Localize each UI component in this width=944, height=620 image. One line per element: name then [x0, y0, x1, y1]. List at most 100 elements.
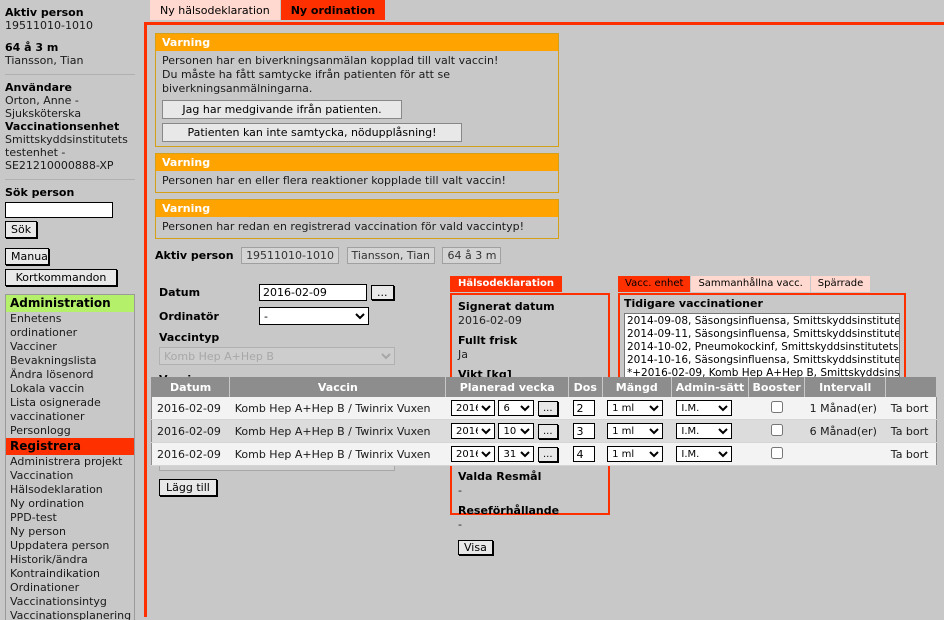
planned-year-select[interactable]: 2016: [450, 423, 495, 439]
previous-vaccination-item[interactable]: 2014-09-11, Säsongsinfluensa, Smittskydd…: [627, 328, 899, 341]
shortcuts-button[interactable]: Kortkommandon: [5, 269, 117, 286]
cell-booster: [748, 442, 805, 466]
planned-year-select[interactable]: 2016: [450, 446, 495, 462]
amount-select[interactable]: 1 ml: [607, 400, 664, 416]
tab-halsodeklaration[interactable]: Hälsodeklaration: [450, 276, 563, 292]
sidebar-item-ppd-test[interactable]: PPD-test: [6, 511, 134, 525]
remove-row-link[interactable]: Ta bort: [885, 419, 937, 443]
ordinator-label: Ordinatör: [159, 309, 219, 323]
halsodeklaration-field-value: 2016-02-09: [458, 314, 522, 327]
manual-button[interactable]: Manual: [5, 248, 51, 265]
sidebar-item-hälsodeklaration[interactable]: Hälsodeklaration: [6, 483, 134, 497]
cell-planerad-vecka: 2016 31 ...: [445, 442, 569, 466]
week-picker-button[interactable]: ...: [537, 400, 558, 416]
person-age: 64 å 3 m: [5, 41, 59, 54]
booster-checkbox[interactable]: [770, 423, 783, 436]
sidebar-item-personlogg[interactable]: Personlogg: [6, 424, 134, 438]
menu-group-header-registrera: Registrera: [6, 438, 134, 455]
halsodeklaration-show-button[interactable]: Visa: [458, 540, 493, 555]
warning-box-3: Varning Personen har redan en registrerad…: [155, 199, 559, 239]
dose-input[interactable]: [573, 446, 596, 462]
datum-input[interactable]: [259, 284, 367, 301]
datum-picker-button[interactable]: ...: [371, 285, 394, 300]
unit-value: Smittskyddsinstitutets testenhet - SE212…: [5, 133, 128, 172]
search-input[interactable]: [5, 202, 113, 218]
search-button[interactable]: Sök: [5, 221, 38, 238]
vaccintyp-select[interactable]: Komb Hep A+Hep B: [159, 347, 395, 365]
ordinator-select[interactable]: -: [259, 307, 369, 325]
content-panel: Varning Personen har en biverkningsanmäla…: [144, 22, 944, 617]
sidebar-item-bevakningslista[interactable]: Bevakningslista: [6, 354, 134, 368]
dose-input[interactable]: [573, 423, 596, 439]
cell-admin-satt: I.M.: [671, 442, 749, 466]
sidebar-item-lokala-vaccin[interactable]: Lokala vaccin: [6, 382, 134, 396]
active-person-id: 19511010-1010: [5, 19, 93, 32]
tab-ny-hälsodeklaration[interactable]: Ny hälsodeklaration: [150, 0, 280, 20]
cell-intervall: [804, 442, 886, 466]
sidebar-item-vaccination[interactable]: Vaccination: [6, 469, 134, 483]
vaccinations-tab-spärrade[interactable]: Spärrade: [810, 276, 871, 292]
tool-buttons: Manual Kortkommandon: [5, 248, 135, 286]
sidebar-item-administrera-projekt[interactable]: Administrera projekt: [6, 455, 134, 469]
ordinator-row: Ordinatör -: [159, 307, 421, 325]
amount-select[interactable]: 1 ml: [607, 423, 664, 439]
halsodeklaration-field-value: -: [458, 518, 462, 531]
table-header-actions: [885, 377, 937, 397]
admin-method-select[interactable]: I.M.: [676, 423, 733, 439]
planned-year-select[interactable]: 2016: [450, 400, 495, 416]
table-body: 2016-02-09 Komb Hep A+Hep B / Twinrix Vux…: [151, 397, 937, 466]
sidebar-item-ändra-lösenord[interactable]: Ändra lösenord: [6, 368, 134, 382]
remove-row-link[interactable]: Ta bort: [885, 442, 937, 466]
emergency-unlock-button[interactable]: Patienten kan inte samtycka, nödupplåsni…: [162, 123, 462, 142]
warning-box-2: Varning Personen har en eller flera reakt…: [155, 153, 559, 193]
previous-vaccination-item[interactable]: 2014-09-08, Säsongsinfluensa, Smittskydd…: [627, 315, 899, 328]
add-button[interactable]: Lägg till: [159, 479, 217, 496]
remove-row-link[interactable]: Ta bort: [885, 397, 937, 420]
tab-ny-ordination[interactable]: Ny ordination: [280, 0, 386, 20]
vaccintyp-label: Vaccintyp: [159, 331, 220, 344]
sidebar-item-kontraindikation[interactable]: Kontraindikation: [6, 567, 134, 581]
sidebar-item-lista-osignerade-vaccinationer[interactable]: Lista osignerade vaccinationer: [6, 396, 134, 424]
person-age-block: 64 å 3 m Tiansson, Tian: [5, 41, 135, 67]
sidebar-item-vaccinationsintyg[interactable]: Vaccinationsintyg: [6, 595, 134, 609]
table-header-vaccin: Vaccin: [229, 377, 447, 397]
planned-week-select[interactable]: 6: [498, 400, 535, 416]
booster-checkbox[interactable]: [770, 400, 783, 413]
previous-vaccination-item[interactable]: 2014-10-16, Säsongsinfluensa, Smittskydd…: [627, 354, 899, 367]
vaccinations-tab-vacc-enhet[interactable]: Vacc. enhet: [618, 276, 691, 292]
sidebar-item-ny-ordination[interactable]: Ny ordination: [6, 497, 134, 511]
planned-week-select[interactable]: 31: [498, 446, 535, 462]
warning-body: Personen har en biverkningsanmälan koppl…: [156, 51, 558, 146]
sidebar-item-uppdatera-person[interactable]: Uppdatera person: [6, 539, 134, 553]
vaccinations-tabrow: Vacc. enhet Sammanhållna vacc. Spärrade: [618, 276, 906, 293]
sidebar-item-historik-ändra[interactable]: Historik/ändra: [6, 553, 134, 567]
amount-select[interactable]: 1 ml: [607, 446, 664, 462]
halsodeklaration-field-value: Ja: [458, 348, 468, 361]
search-person-block: Sök person Sök: [5, 186, 135, 238]
active-person-bar-name: Tiansson, Tian: [346, 247, 435, 264]
cell-planerad-vecka: 2016 6 ...: [445, 397, 569, 420]
week-picker-button[interactable]: ...: [537, 423, 558, 439]
admin-method-select[interactable]: I.M.: [676, 446, 733, 462]
halsodeklaration-field-label: Valda Resmål: [458, 470, 542, 483]
sidebar-item-vaccinationsplanering[interactable]: Vaccinationsplanering: [6, 609, 134, 620]
admin-method-select[interactable]: I.M.: [676, 400, 733, 416]
table-header-mängd: Mängd: [602, 377, 672, 397]
warning-body: Personen har en eller flera reaktioner k…: [156, 171, 558, 192]
week-picker-button[interactable]: ...: [537, 446, 558, 462]
cell-mangd: 1 ml: [602, 442, 672, 466]
table-header-row: Datum Vaccin Planerad vecka Dos Mängd Admin-s…: [151, 377, 937, 397]
consent-button[interactable]: Jag har medgivande ifrån patienten.: [162, 100, 402, 119]
previous-vaccination-item[interactable]: 2014-10-02, Pneumokockinf, Smittskyddsin…: [627, 341, 899, 354]
booster-checkbox[interactable]: [770, 446, 783, 459]
sidebar-item-enhetens-ordinationer[interactable]: Enhetens ordinationer: [6, 312, 134, 340]
vaccinations-tab-sammanhållna-vacc[interactable]: Sammanhållna vacc.: [691, 276, 810, 292]
sidebar-item-vacciner[interactable]: Vacciner: [6, 340, 134, 354]
cell-mangd: 1 ml: [602, 397, 672, 420]
planned-week-select[interactable]: 10: [498, 423, 535, 439]
sidebar-item-ny-person[interactable]: Ny person: [6, 525, 134, 539]
dose-input[interactable]: [573, 400, 596, 416]
cell-mangd: 1 ml: [602, 419, 672, 443]
sidebar-item-ordinationer[interactable]: Ordinationer: [6, 581, 134, 595]
active-person-block: Aktiv person 19511010-1010: [5, 6, 135, 32]
